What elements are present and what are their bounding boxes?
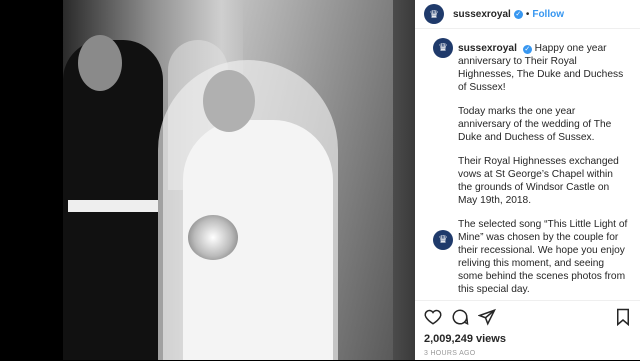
caption-paragraph-4: The selected song “This Little Light of … — [458, 219, 628, 295]
header-username[interactable]: sussexroyal — [453, 9, 511, 20]
caption-username[interactable]: sussexroyal — [458, 43, 517, 54]
bookmark-icon[interactable] — [615, 308, 631, 326]
caption-text: sussexroyal ✓ Happy one year anniversary… — [458, 28, 628, 307]
heart-icon[interactable] — [424, 308, 442, 326]
share-icon[interactable] — [478, 308, 496, 326]
bouquet — [188, 215, 238, 260]
caption-paragraph-3: Their Royal Highnesses exchanged vows at… — [458, 156, 619, 206]
post-header: ♛ sussexroyal ✓ • Follow — [415, 0, 640, 29]
crest-icon[interactable]: ♛ — [424, 4, 444, 24]
timestamp: 3 HOURS AGO — [424, 350, 476, 357]
groom-head — [78, 35, 122, 91]
view-count[interactable]: 2,009,249 views — [424, 333, 506, 345]
post-photo[interactable] — [63, 0, 415, 360]
verified-icon: ✓ — [522, 45, 532, 54]
crest-icon[interactable]: ♛ — [433, 230, 453, 250]
crest-icon[interactable]: ♛ — [433, 38, 453, 58]
separator-dot: • — [525, 8, 530, 20]
caption-area: ♛ ♛ sussexroyal ✓ Happy one year anniver… — [415, 28, 640, 300]
bride-head — [203, 70, 255, 132]
verified-icon: ✓ — [513, 9, 523, 19]
follow-button[interactable]: Follow — [532, 9, 564, 20]
action-bar: 2,009,249 views 3 HOURS AGO — [415, 300, 640, 361]
groom-belt — [68, 200, 158, 212]
post-panel: ♛ sussexroyal ✓ • Follow ♛ ♛ sussexroyal… — [415, 0, 640, 360]
comment-icon[interactable] — [451, 308, 469, 326]
caption-paragraph-2: Today marks the one year anniversary of … — [458, 106, 612, 143]
